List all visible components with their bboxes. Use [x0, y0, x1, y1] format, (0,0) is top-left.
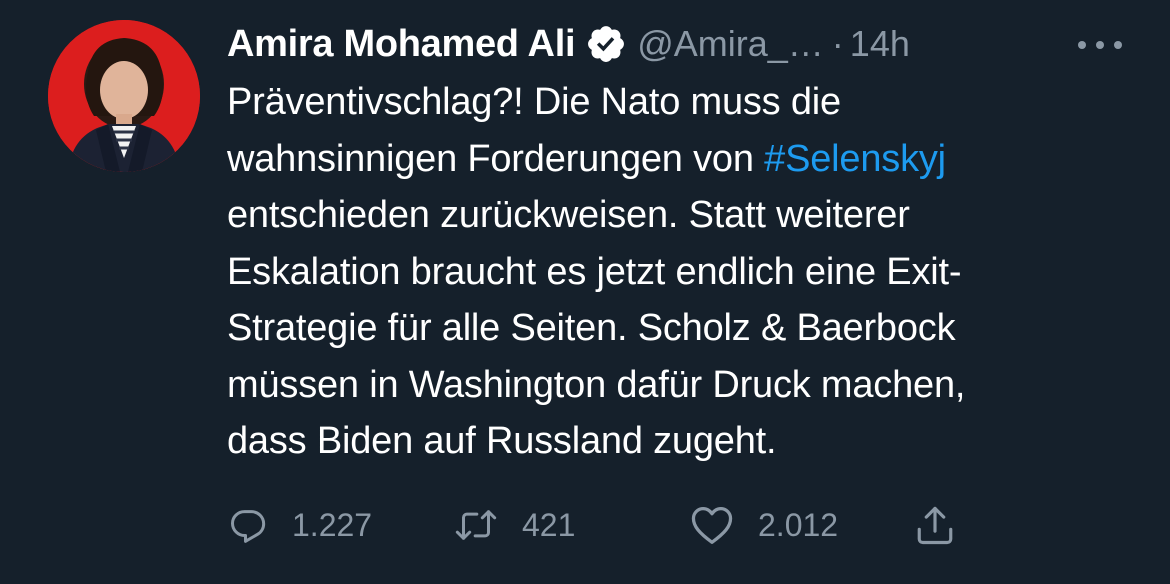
reply-count: 1.227 — [292, 506, 373, 543]
more-horizontal-icon[interactable] — [1070, 30, 1130, 60]
tweet-text: Präventivschlag?! Die Nato muss die wahn… — [227, 74, 1137, 470]
retweet-button[interactable]: 421 — [454, 500, 575, 550]
tweet-text-line: Eskalation braucht es jetzt endlich eine… — [227, 250, 962, 293]
retweet-icon — [455, 510, 497, 540]
tweet-text-line: Strategie für alle Seiten. Scholz & Baer… — [227, 307, 956, 349]
separator-dot: · — [831, 23, 844, 64]
avatar[interactable] — [48, 20, 200, 172]
tweet-timestamp[interactable]: 14h — [850, 23, 910, 65]
verified-badge-icon — [585, 23, 627, 65]
tweet-text-line: müssen in Washington dafür Druck machen, — [227, 363, 966, 406]
tweet-text-line: Präventivschlag?! Die Nato muss die — [227, 81, 841, 123]
share-button[interactable] — [914, 500, 956, 550]
author-name[interactable]: Amira Mohamed Ali — [227, 23, 576, 66]
profile-photo — [48, 20, 200, 172]
hashtag-link[interactable]: #Selenskyj — [764, 138, 946, 180]
tweet-text-line: wahnsinnigen Forderungen von #Selenskyj — [227, 131, 1137, 188]
tweet-text-line: dass Biden auf Russland zugeht. — [227, 420, 777, 462]
retweet-count: 421 — [522, 506, 576, 543]
tweet-text-fragment: wahnsinnigen Forderungen von — [227, 137, 765, 180]
heart-icon — [691, 507, 733, 544]
reply-button[interactable]: 1.227 — [228, 500, 372, 550]
tweet-header: Amira Mohamed Ali @Amira_… · 14h — [227, 18, 1130, 70]
share-icon — [917, 506, 953, 545]
tweet-text-line: entschieden zurückweisen. Statt weiterer — [227, 194, 910, 236]
like-button[interactable]: 2.012 — [690, 500, 838, 550]
reply-icon — [231, 510, 266, 543]
like-count: 2.012 — [758, 506, 839, 543]
tweet-actions: 1.227 421 2.012 — [228, 500, 988, 550]
author-handle[interactable]: @Amira_… — [637, 23, 824, 65]
